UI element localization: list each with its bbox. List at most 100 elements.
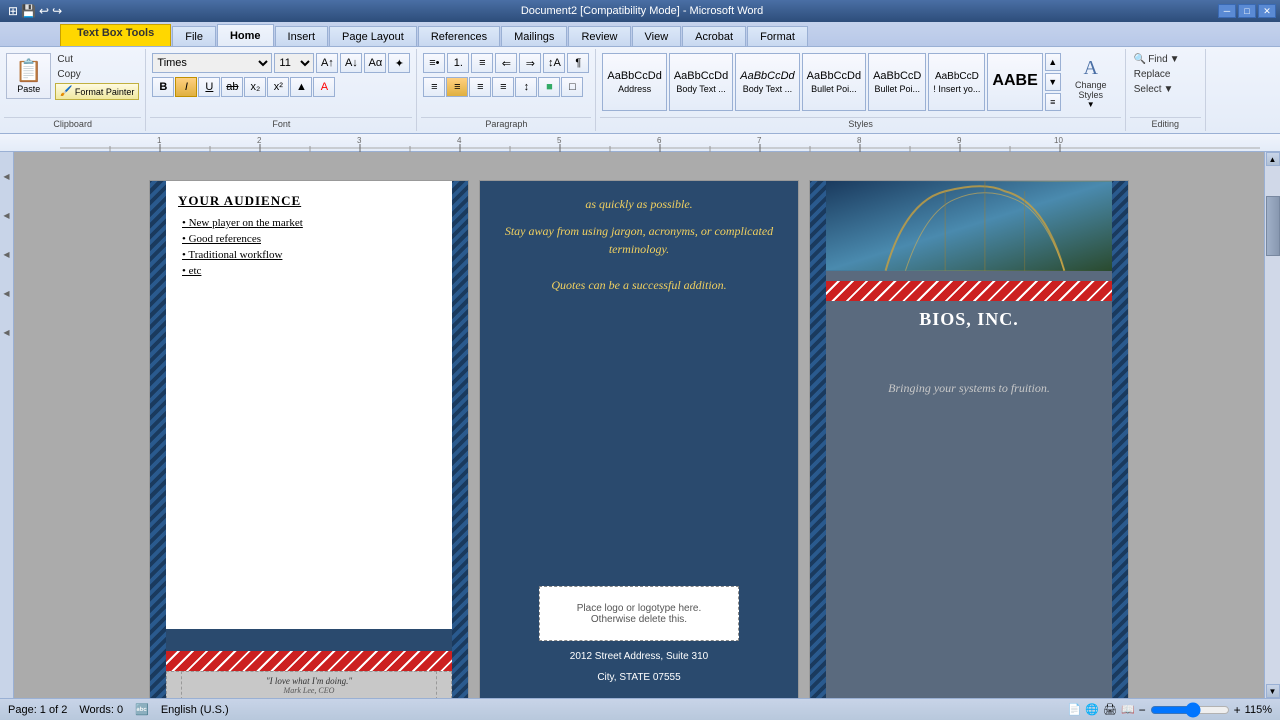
arch-svg [826,181,1112,271]
style-body-text-1[interactable]: AaBbCcDd Body Text ... [669,53,733,111]
style-bullet-poi-2[interactable]: AaBbCcD Bullet Poi... [868,53,926,111]
ruler: 1 2 3 4 5 6 7 8 9 10 [0,134,1280,152]
change-styles-label: Change Styles [1067,80,1115,100]
style-address[interactable]: AaBbCcDd Address [602,53,666,111]
right-sidebar-right [1112,181,1128,698]
change-case-btn[interactable]: Aα [364,53,386,73]
change-styles-btn[interactable]: A Change Styles ▼ [1063,53,1119,113]
tab-review[interactable]: Review [568,26,630,46]
font-name-select[interactable]: Times [152,53,272,73]
underline-btn[interactable]: U [198,77,220,97]
maximize-btn[interactable]: □ [1238,4,1256,18]
find-btn[interactable]: 🔍 Find▼ [1132,53,1182,66]
show-hide-btn[interactable]: ¶ [567,53,589,73]
text-highlight-btn[interactable]: ▲ [290,77,312,97]
font-size-select[interactable]: 11 [274,53,314,73]
clear-format-btn[interactable]: ✦ [388,53,410,73]
subscript-btn[interactable]: x₂ [244,77,266,97]
view-web-btn[interactable]: 🌐 [1085,703,1099,716]
view-reading-btn[interactable]: 📖 [1121,703,1135,716]
svg-text:5: 5 [557,136,562,145]
right-tagline: Bringing your systems to fruition. [826,381,1112,396]
scroll-thumb[interactable] [1266,196,1280,256]
tab-acrobat[interactable]: Acrobat [682,26,746,46]
save-btn[interactable]: 💾 [21,4,36,18]
scroll-down-arrow[interactable]: ▼ [1266,684,1280,698]
left-marker-2: ◀ [3,211,9,220]
select-label: Select [1134,84,1162,95]
multilevel-btn[interactable]: ≡ [471,53,493,73]
tab-page-layout[interactable]: Page Layout [329,26,417,46]
shading-btn[interactable]: ■ [538,77,560,97]
paste-label: Paste [17,84,40,94]
styles-scroll-up[interactable]: ▲ [1045,53,1061,71]
paragraph-label: Paragraph [421,117,591,129]
tab-view[interactable]: View [632,26,682,46]
close-btn[interactable]: ✕ [1258,4,1276,18]
redo-btn[interactable]: ↪ [52,4,62,18]
middle-text2: Stay away from using jargon, acronyms, o… [500,222,778,258]
shrink-font-btn[interactable]: A↓ [340,53,362,73]
zoom-slider[interactable] [1150,702,1230,718]
styles-more[interactable]: ≡ [1045,93,1061,111]
style-insert[interactable]: AaBbCcD ! Insert yo... [928,53,985,111]
style-bullet-poi-1[interactable]: AaBbCcDd Bullet Poi... [802,53,866,111]
undo-btn[interactable]: ↩ [39,4,49,18]
tab-file[interactable]: File [172,26,216,46]
zoom-plus[interactable]: + [1234,703,1241,717]
numbering-btn[interactable]: 1. [447,53,469,73]
border-btn[interactable]: □ [561,77,583,97]
replace-btn[interactable]: Replace [1132,68,1173,81]
grow-font-btn[interactable]: A↑ [316,53,338,73]
tab-format[interactable]: Format [747,26,808,46]
italic-btn[interactable]: I [175,77,197,97]
align-right-btn[interactable]: ≡ [469,77,491,97]
editing-content: 🔍 Find▼ Replace Select▼ [1130,51,1201,115]
editing-group: 🔍 Find▼ Replace Select▼ Editing [1126,49,1206,131]
font-group: Times 11 A↑ A↓ Aα ✦ B I U ab x₂ x² [146,49,417,131]
line-spacing-btn[interactable]: ↕ [515,77,537,97]
copy-button[interactable]: Copy [55,68,139,81]
svg-text:6: 6 [657,136,662,145]
tab-home[interactable]: Home [217,24,274,46]
view-print-btn[interactable]: 🖨 [1103,703,1117,716]
tab-insert[interactable]: Insert [275,26,329,46]
ribbon: Text Box Tools File Home Insert Page Lay… [0,22,1280,134]
justify-btn[interactable]: ≡ [492,77,514,97]
ruler-svg: 1 2 3 4 5 6 7 8 9 10 [60,134,1260,152]
style-body-text-2[interactable]: AaBbCcDd Body Text ... [735,53,799,111]
tab-mailings[interactable]: Mailings [501,26,567,46]
styles-scroll-down[interactable]: ▼ [1045,73,1061,91]
zoom-minus[interactable]: − [1139,703,1146,717]
paste-button[interactable]: 📋 Paste [6,53,51,99]
style-address-label: Address [618,84,651,94]
scroll-up-arrow[interactable]: ▲ [1266,152,1280,166]
tab-references[interactable]: References [418,26,500,46]
decrease-indent-btn[interactable]: ⇐ [495,53,517,73]
bullets-btn[interactable]: ≡• [423,53,445,73]
bold-btn[interactable]: B [152,77,174,97]
align-left-btn[interactable]: ≡ [423,77,445,97]
office-btn[interactable]: ⊞ [8,4,18,18]
style-insert-label: ! Insert yo... [933,84,980,94]
align-center-btn[interactable]: ≡ [446,77,468,97]
style-aabe[interactable]: AABE [987,53,1042,111]
increase-indent-btn[interactable]: ⇒ [519,53,541,73]
font-color-btn[interactable]: A [313,77,335,97]
cut-button[interactable]: Cut [55,53,139,66]
view-normal-btn[interactable]: 📄 [1068,703,1082,716]
quick-access-toolbar[interactable]: ⊞ 💾 ↩ ↪ [4,2,66,20]
format-painter-button[interactable]: 🖌️ Format Painter [55,83,139,100]
superscript-btn[interactable]: x² [267,77,289,97]
tab-textbox-tools[interactable]: Text Box Tools [60,24,171,46]
pages-container[interactable]: YOUR AUDIENCE • New player on the market… [14,152,1264,698]
strikethrough-btn[interactable]: ab [221,77,243,97]
vertical-scrollbar[interactable]: ▲ ▼ [1264,152,1280,698]
sort-btn[interactable]: ↕A [543,53,565,73]
middle-page: as quickly as possible. Stay away from u… [479,180,799,698]
minimize-btn[interactable]: ─ [1218,4,1236,18]
select-btn[interactable]: Select▼ [1132,83,1176,96]
window-controls[interactable]: ─ □ ✕ [1218,4,1276,18]
format-painter-label: Format Painter [75,87,135,97]
para-row2: ≡ ≡ ≡ ≡ ↕ ■ □ [423,77,583,97]
